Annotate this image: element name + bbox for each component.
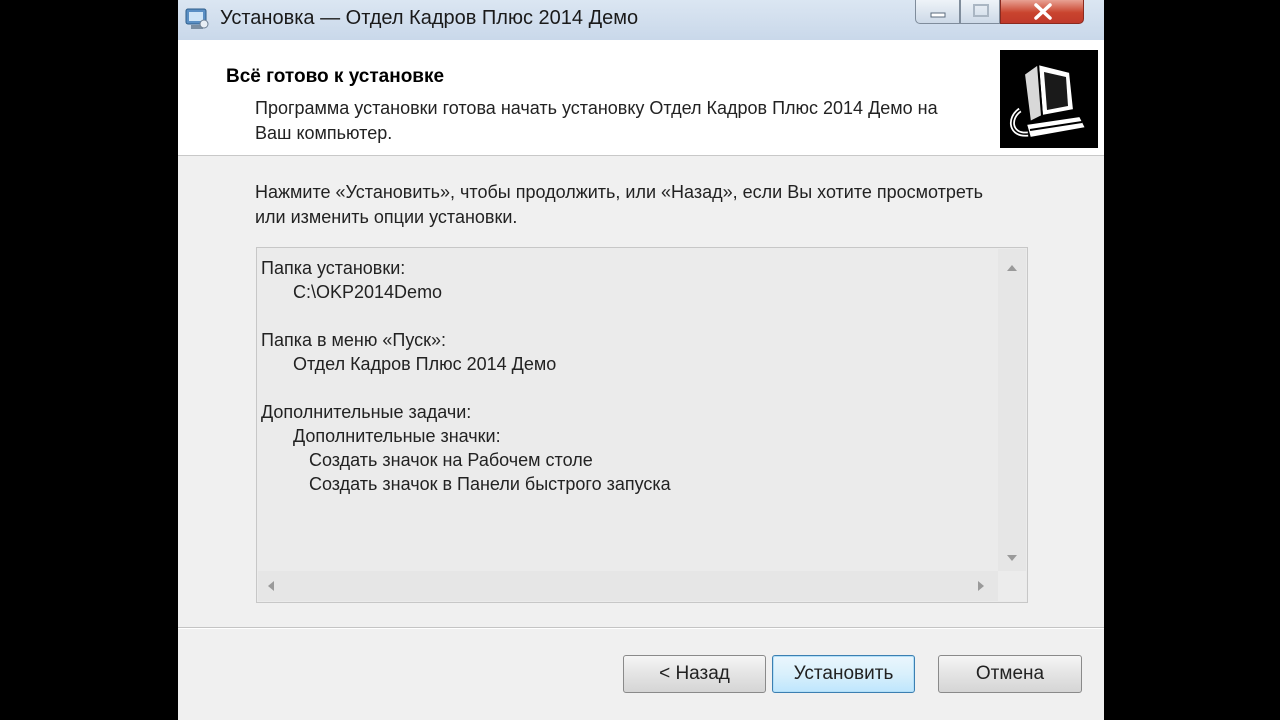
installer-icon <box>184 7 210 31</box>
icons-label: Дополнительные значки: <box>293 426 501 446</box>
tasks-label: Дополнительные задачи: <box>261 402 472 422</box>
start-menu-value: Отдел Кадров Плюс 2014 Демо <box>293 354 557 374</box>
install-folder-label: Папка установки: <box>261 258 406 278</box>
vertical-scrollbar[interactable] <box>998 249 1026 571</box>
install-folder-value: C:\OKP2014Demo <box>293 282 443 302</box>
scroll-down-icon[interactable] <box>1007 555 1017 561</box>
page-subtitle: Программа установки готова начать устано… <box>255 98 938 143</box>
install-button[interactable]: Установить <box>772 655 915 693</box>
footer-divider <box>178 627 1104 629</box>
scroll-left-icon[interactable] <box>268 581 274 591</box>
scrollbar-corner <box>998 571 1026 601</box>
memo-content: Папка установки: C:\OKP2014Demo Папка в … <box>261 256 671 496</box>
maximize-icon <box>973 4 989 17</box>
task-desktop-icon: Создать значок на Рабочем столе <box>309 450 593 470</box>
close-icon <box>1034 3 1052 20</box>
minimize-button[interactable] <box>915 0 960 24</box>
scroll-up-icon[interactable] <box>1007 265 1017 271</box>
installer-wizard-image <box>1000 50 1098 148</box>
horizontal-scrollbar[interactable] <box>258 571 998 601</box>
instructions-text: Нажмите «Установить», чтобы продолжить, … <box>255 182 983 227</box>
close-button[interactable] <box>1000 0 1084 24</box>
installer-window: Установка — Отдел Кадров Плюс 2014 Демо … <box>178 0 1104 720</box>
window-title: Установка — Отдел Кадров Плюс 2014 Демо <box>220 7 639 29</box>
task-quicklaunch-icon: Создать значок в Панели быстрого запуска <box>309 474 671 494</box>
minimize-icon <box>930 12 946 18</box>
back-button[interactable]: < Назад <box>623 655 766 693</box>
cancel-button[interactable]: Отмена <box>938 655 1082 693</box>
page-title: Всё готово к установке <box>226 66 445 87</box>
title-bar[interactable]: Установка — Отдел Кадров Плюс 2014 Демо <box>178 0 1104 41</box>
wizard-header: Всё готово к установке Программа установ… <box>178 40 1104 156</box>
ready-memo[interactable]: Папка установки: C:\OKP2014Demo Папка в … <box>256 247 1028 603</box>
start-menu-label: Папка в меню «Пуск»: <box>261 330 447 350</box>
maximize-button[interactable] <box>960 0 1000 24</box>
scroll-right-icon[interactable] <box>978 581 984 591</box>
